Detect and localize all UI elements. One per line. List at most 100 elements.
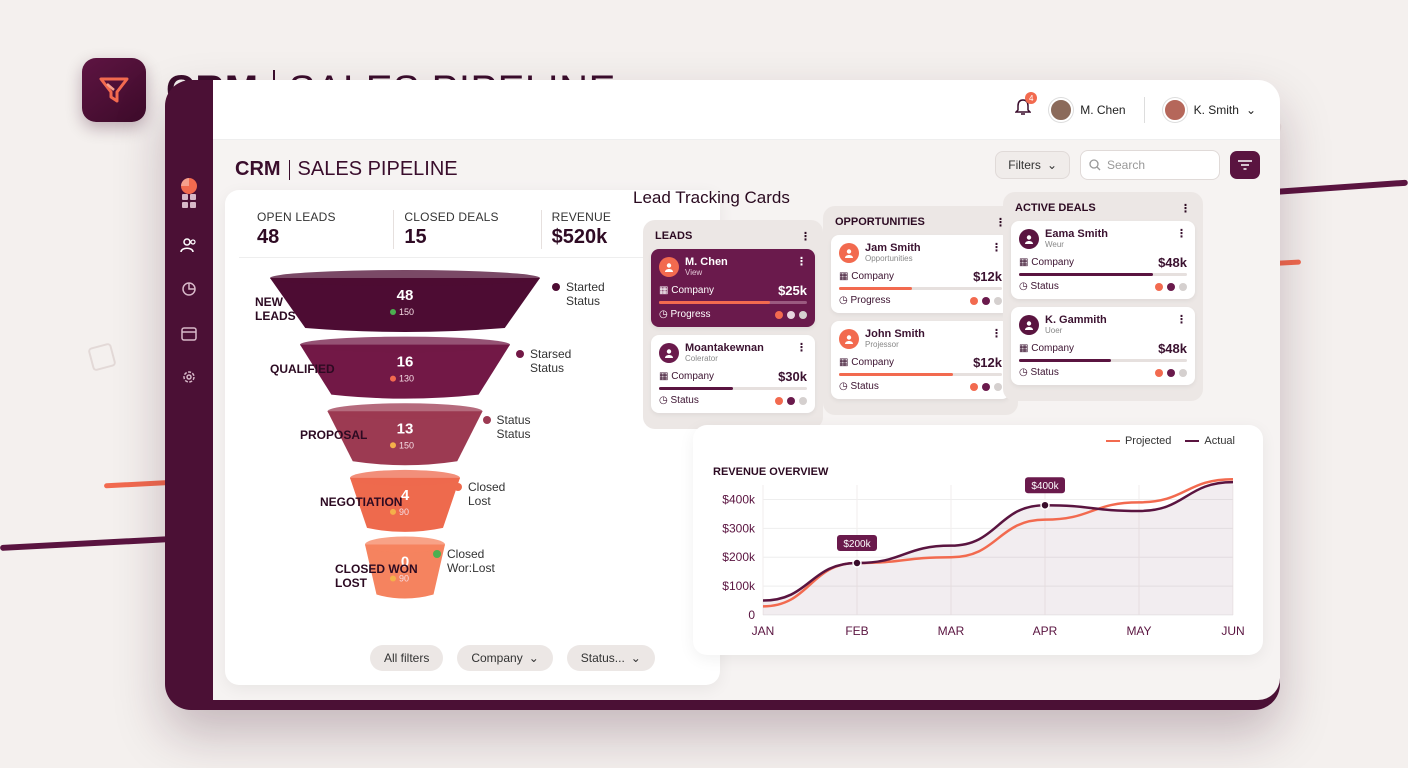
card-company: ▦ Company xyxy=(839,271,895,282)
column-opportunities: OPPORTUNITIES ⋮ Jam Smith Opportunities ⋮ … xyxy=(823,206,1018,415)
column-active-deals: ACTIVE DEALS ⋮ Eama Smith Weur ⋮ ▦ Company… xyxy=(1003,192,1203,401)
status-dots xyxy=(1155,282,1187,291)
lead-card[interactable]: M. Chen View ⋮ ▦ Company $25k ◷ Progress xyxy=(651,249,815,327)
building-icon: ▦ xyxy=(839,271,849,282)
funnel-indicator-dot xyxy=(390,442,396,449)
data-point[interactable] xyxy=(852,558,862,568)
more-options-icon[interactable]: ⋮ xyxy=(1180,202,1191,215)
legend-item-projected: Projected xyxy=(1105,435,1171,447)
all-filters-button[interactable]: All filters xyxy=(370,645,444,671)
funnel-stage[interactable]: 48150 xyxy=(270,270,540,332)
column-title: ACTIVE DEALS xyxy=(1015,202,1096,214)
company-filter-dropdown[interactable]: Company ⌄ xyxy=(457,645,553,671)
card-header: M. Chen View xyxy=(659,256,807,278)
funnel-value: 16 xyxy=(397,354,414,371)
page-title: CRM SALES PIPELINE xyxy=(235,158,458,180)
avatar xyxy=(1162,97,1187,122)
settings-icon[interactable] xyxy=(178,366,200,388)
lead-card[interactable]: Eama Smith Weur ⋮ ▦ Company $48k ◷ Status xyxy=(1011,221,1195,299)
chevron-down-icon: ⌄ xyxy=(1245,102,1256,117)
card-name: M. Chen xyxy=(685,256,728,268)
card-company: ▦ Company xyxy=(1019,343,1075,354)
building-icon: ▦ xyxy=(839,357,849,368)
lead-card[interactable]: K. Gammith Uoer ⋮ ▦ Company $48k ◷ Status xyxy=(1011,307,1195,385)
card-footer: ◷ Status xyxy=(659,395,807,406)
status-text: Status Status xyxy=(496,413,531,442)
status-dots xyxy=(970,296,1002,305)
funnel-subvalue: 130 xyxy=(399,374,414,384)
more-options-icon[interactable]: ⋮ xyxy=(1176,227,1187,240)
chart-pie-icon[interactable] xyxy=(178,278,200,300)
y-tick-label: $300k xyxy=(722,521,756,535)
funnel-stage-label: NEGOTIATION xyxy=(320,494,403,509)
column-title: LEADS xyxy=(655,230,693,242)
card-header: John Smith Projessor xyxy=(839,328,1002,350)
calendar-icon[interactable] xyxy=(178,322,200,344)
card-amount: $48k xyxy=(1158,341,1187,356)
user-menu-k-smith[interactable]: K. Smith ⌄ xyxy=(1162,97,1256,122)
funnel-status-note: Started Status xyxy=(552,280,605,308)
card-footer: ◷ Progress xyxy=(839,295,1002,306)
chevron-down-icon: ⌄ xyxy=(1046,158,1057,172)
data-point[interactable] xyxy=(1040,500,1050,510)
more-options-icon[interactable]: ⋮ xyxy=(796,341,807,354)
status-text: Started Status xyxy=(566,280,605,308)
card-company: ▦ Company xyxy=(1019,257,1075,268)
chart-title: REVENUE OVERVIEW xyxy=(713,466,829,478)
user-name: K. Smith xyxy=(1193,102,1239,117)
app-logo-icon xyxy=(179,176,199,201)
funnel-subvalue: 150 xyxy=(399,307,414,317)
x-tick-label: FEB xyxy=(845,624,868,638)
progress-bar xyxy=(659,387,807,390)
card-footer: ◷ Status xyxy=(1019,367,1187,378)
card-amount: $12k xyxy=(973,269,1002,284)
more-options-icon[interactable]: ⋮ xyxy=(991,327,1002,340)
status-dot xyxy=(552,283,560,291)
search-icon xyxy=(1089,159,1101,171)
users-icon[interactable] xyxy=(178,234,200,256)
column-title: OPPORTUNITIES xyxy=(835,216,925,228)
card-header: K. Gammith Uoer xyxy=(1019,314,1187,336)
notification-bell-icon[interactable]: 4 xyxy=(1014,92,1038,121)
card-footer-label: ◷ Status xyxy=(659,395,699,406)
more-options-icon[interactable]: ⋮ xyxy=(800,230,811,243)
card-role: Opportunities xyxy=(865,254,913,263)
progress-fill xyxy=(659,301,770,304)
more-options-icon[interactable]: ⋮ xyxy=(1176,313,1187,326)
more-options-icon[interactable]: ⋮ xyxy=(991,241,1002,254)
kpi-open-leads: OPEN LEADS 48 xyxy=(257,210,336,248)
card-company-row: ▦ Company $12k xyxy=(839,269,1002,284)
funnel-value: 48 xyxy=(397,287,414,304)
search-input[interactable]: Search xyxy=(1080,150,1220,180)
avatar xyxy=(1049,97,1074,122)
funnel-segment-top xyxy=(327,403,483,420)
lead-card[interactable]: John Smith Projessor ⋮ ▦ Company $12k ◷ S… xyxy=(831,321,1010,399)
card-company: ▦ Company xyxy=(659,371,715,382)
y-tick-label: 0 xyxy=(748,608,755,622)
status-dot xyxy=(433,549,441,558)
card-footer-label: ◷ Status xyxy=(839,381,879,392)
chevron-down-icon: ⌄ xyxy=(528,651,539,665)
funnel-indicator-dot xyxy=(390,309,396,315)
person-icon xyxy=(659,343,679,363)
card-name: John Smith xyxy=(865,328,925,340)
filter-icon[interactable] xyxy=(1230,151,1260,179)
card-name: K. Gammith xyxy=(1045,314,1107,326)
user-m-chen[interactable]: M. Chen xyxy=(1049,97,1126,122)
lead-card[interactable]: Moantakewnan Colerator ⋮ ▦ Company $30k ◷… xyxy=(651,335,815,413)
clock-icon: ◷ xyxy=(839,381,848,392)
person-icon xyxy=(839,243,859,263)
card-footer-label: ◷ Status xyxy=(1019,367,1059,378)
status-dots xyxy=(775,396,807,405)
card-footer: ◷ Status xyxy=(1019,281,1187,292)
column-leads: LEADS ⋮ M. Chen View ⋮ ▦ Company $25k ◷ Pr… xyxy=(643,220,823,429)
decor-square xyxy=(87,342,117,372)
more-options-icon[interactable]: ⋮ xyxy=(796,255,807,268)
x-tick-label: MAR xyxy=(938,624,965,638)
status-filter-dropdown[interactable]: Status... ⌄ xyxy=(566,645,655,671)
filters-dropdown[interactable]: Filters ⌄ xyxy=(995,151,1070,179)
lead-card[interactable]: Jam Smith Opportunities ⋮ ▦ Company $12k … xyxy=(831,235,1010,313)
progress-bar xyxy=(1019,359,1187,362)
data-label: $400k xyxy=(1031,481,1059,492)
card-footer: ◷ Progress xyxy=(659,309,807,320)
